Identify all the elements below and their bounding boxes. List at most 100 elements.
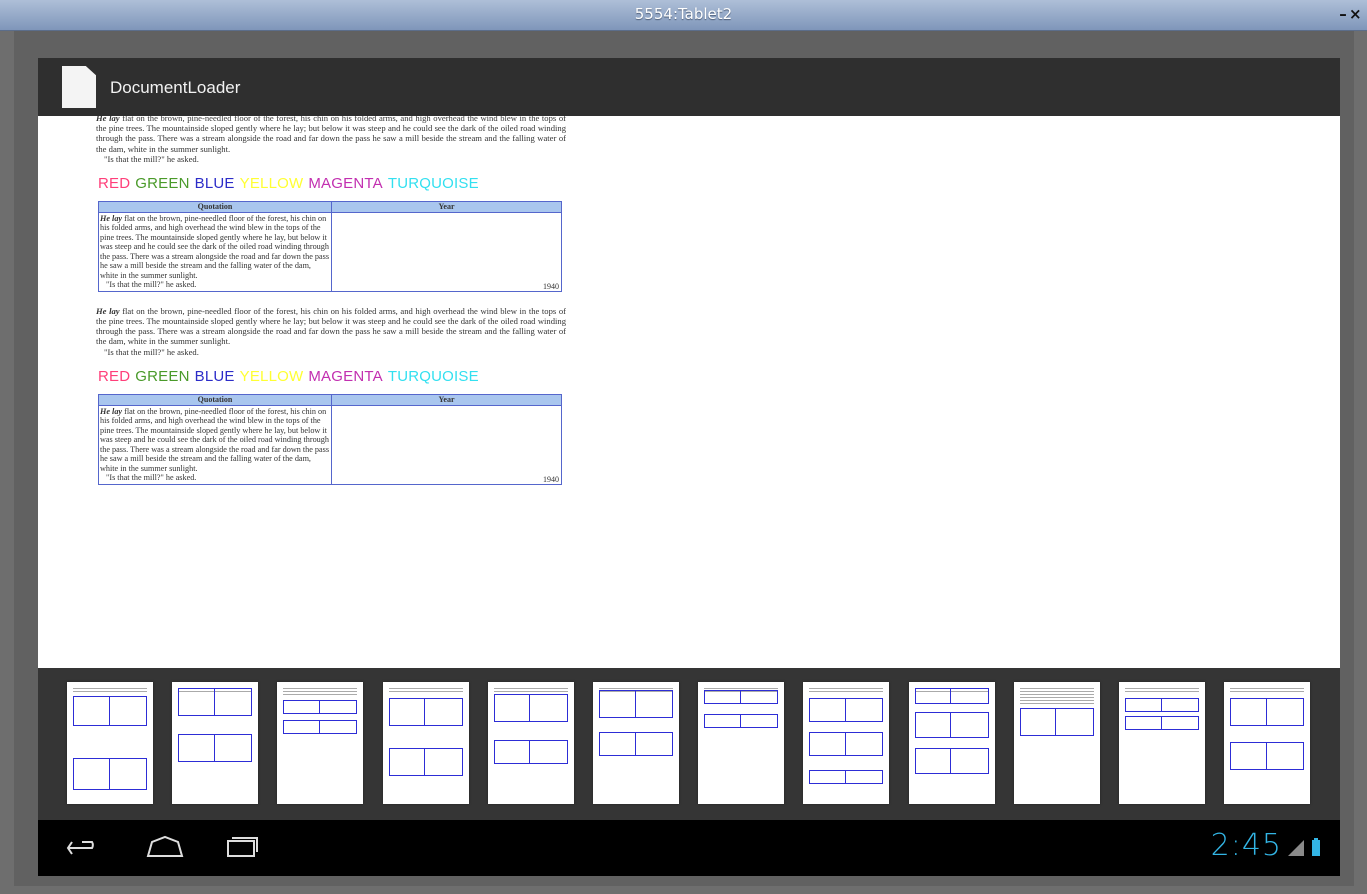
paragraph-lead: He lay — [96, 116, 120, 123]
color-word-yellow: YELLOW — [239, 174, 304, 192]
home-button[interactable] — [140, 830, 190, 866]
page-thumbnail[interactable] — [67, 682, 153, 804]
status-clock: 2:45 — [1210, 828, 1282, 863]
page-thumbnail[interactable] — [803, 682, 890, 804]
thumbnail-text-lines — [1019, 688, 1094, 704]
thumbnail-text-lines — [73, 688, 147, 692]
year-value: 1940 — [543, 474, 559, 484]
color-word-green: GREEN — [135, 174, 190, 192]
page-thumbnail[interactable] — [593, 682, 679, 804]
text-block: He lay flat on the brown, pine-needled f… — [96, 116, 566, 165]
color-word-blue: BLUE — [194, 174, 235, 192]
text-block: He lay flat on the brown, pine-needled f… — [96, 306, 566, 358]
cell-lead: He lay — [100, 213, 123, 223]
table-cell-year: 1940 — [331, 211, 562, 292]
table-cell-quotation: He lay flat on the brown, pine-needled f… — [98, 404, 332, 485]
table-header-quotation: Quotation — [98, 200, 332, 213]
page-thumbnail[interactable] — [1119, 682, 1205, 804]
document-app-icon[interactable] — [62, 66, 96, 108]
thumbnail-table — [704, 690, 779, 704]
back-button[interactable] — [60, 830, 110, 866]
color-words-line: RED GREEN BLUE YELLOW MAGENTA TURQUOISE — [98, 175, 566, 201]
table-cell-year: 1940 — [331, 404, 562, 485]
action-bar: DocumentLoader — [38, 58, 1340, 116]
thumbnail-table — [493, 694, 568, 722]
back-icon — [66, 841, 94, 855]
thumbnail-table — [283, 720, 358, 734]
page-thumbnail[interactable] — [1224, 682, 1311, 804]
thumbnail-table — [493, 740, 568, 764]
recent-apps-button[interactable] — [216, 830, 266, 866]
thumbnail-table — [809, 770, 884, 784]
table-header-year: Year — [331, 393, 562, 406]
document-page: He lay flat on the brown, pine-needled f… — [96, 116, 566, 485]
page-thumbnail-strip[interactable] — [38, 668, 1340, 820]
signal-battery-icon — [1288, 838, 1320, 856]
color-word-turquoise: TURQUOISE — [387, 367, 479, 385]
home-icon — [146, 835, 184, 857]
page-thumbnail[interactable] — [908, 682, 995, 804]
color-word-red: RED — [98, 367, 131, 385]
page-thumbnail[interactable] — [382, 682, 469, 804]
close-button[interactable]: × — [1349, 5, 1362, 23]
cell-quote: "Is that the mill?" he asked. — [106, 473, 197, 483]
thumbnail-table — [388, 748, 463, 776]
cell-lead: He lay — [100, 406, 123, 416]
recent-apps-icon — [227, 837, 258, 857]
page-thumbnail[interactable] — [172, 682, 259, 804]
page-thumbnail[interactable] — [1013, 682, 1100, 804]
document-view[interactable]: He lay flat on the brown, pine-needled f… — [38, 116, 1340, 668]
thumbnail-table — [1019, 708, 1094, 736]
thumbnail-table — [914, 688, 989, 704]
window-title: 5554:Tablet2 — [634, 5, 733, 23]
page-thumbnail[interactable] — [277, 682, 364, 804]
thumbnail-table — [73, 758, 147, 790]
emulator-title-bar: 5554:Tablet2 – × — [0, 0, 1367, 31]
color-words-line: RED GREEN BLUE YELLOW MAGENTA TURQUOISE — [98, 368, 566, 394]
thumbnail-text-lines — [388, 688, 463, 694]
color-word-green: GREEN — [135, 367, 190, 385]
color-word-magenta: MAGENTA — [308, 174, 383, 192]
thumbnail-table — [1230, 742, 1305, 770]
paragraph-text: flat on the brown, pine-needled floor of… — [96, 116, 566, 154]
table-cell-quotation: He lay flat on the brown, pine-needled f… — [98, 211, 332, 292]
cell-text: flat on the brown, pine-needled floor of… — [100, 213, 330, 280]
minimize-button[interactable]: – — [1337, 5, 1349, 23]
color-word-yellow: YELLOW — [239, 367, 304, 385]
app-title: DocumentLoader — [110, 78, 241, 97]
color-word-magenta: MAGENTA — [308, 367, 383, 385]
thumbnail-text-lines — [283, 688, 358, 696]
page-thumbnail[interactable] — [487, 682, 574, 804]
thumbnail-text-lines — [809, 688, 884, 694]
thumbnail-table — [914, 748, 989, 774]
thumbnail-table — [1230, 698, 1305, 726]
thumbnail-table — [809, 698, 884, 722]
table-header-quotation: Quotation — [98, 393, 332, 406]
thumbnail-table — [914, 712, 989, 738]
table-row: He lay flat on the brown, pine-needled f… — [98, 404, 562, 485]
quotation-table: Quotation Year He lay flat on the brown,… — [98, 200, 562, 292]
quote-line: "Is that the mill?" he asked. — [104, 346, 199, 357]
quotation-table: Quotation Year He lay flat on the brown,… — [98, 393, 562, 485]
color-word-turquoise: TURQUOISE — [387, 174, 479, 192]
body-paragraph: He lay flat on the brown, pine-needled f… — [96, 306, 566, 347]
year-value: 1940 — [543, 281, 559, 291]
thumbnail-table — [283, 700, 358, 714]
body-paragraph: He lay flat on the brown, pine-needled f… — [96, 116, 566, 154]
color-word-blue: BLUE — [194, 367, 235, 385]
paragraph-text: flat on the brown, pine-needled floor of… — [96, 305, 566, 347]
thumbnail-table — [178, 734, 253, 762]
thumbnail-table — [1125, 716, 1199, 730]
thumbnail-table — [704, 714, 779, 728]
page-thumbnail[interactable] — [698, 682, 785, 804]
thumbnail-text-lines — [1230, 688, 1305, 694]
thumbnail-table — [599, 690, 673, 718]
thumbnail-text-lines — [493, 688, 568, 692]
thumbnail-text-lines — [1125, 688, 1199, 694]
thumbnail-table — [1125, 698, 1199, 712]
thumbnail-table — [599, 732, 673, 756]
table-row: He lay flat on the brown, pine-needled f… — [98, 211, 562, 292]
cell-text: flat on the brown, pine-needled floor of… — [100, 406, 330, 473]
navigation-bar: 2:45 — [38, 820, 1340, 876]
thumbnail-table — [388, 698, 463, 726]
